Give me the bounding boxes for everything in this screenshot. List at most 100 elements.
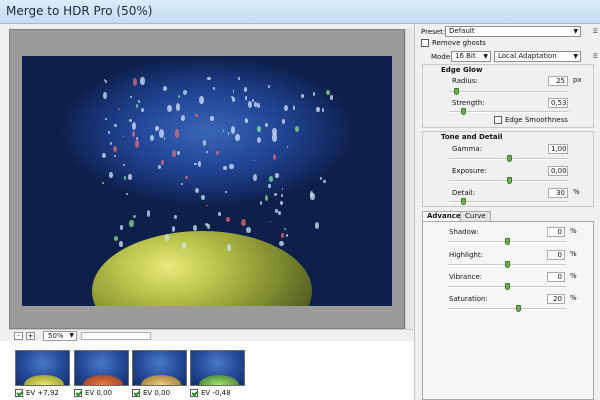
edge-smoothness-option[interactable]: Edge Smoothness xyxy=(494,116,568,124)
water-droplet xyxy=(203,140,207,147)
remove-ghosts-checkbox[interactable] xyxy=(421,39,429,47)
detail-unit: % xyxy=(573,188,580,196)
preset-select[interactable]: Default ▼ xyxy=(445,26,581,37)
exposure-input[interactable]: 0,00 xyxy=(548,166,568,176)
mode-menu-icon[interactable]: ☰ xyxy=(593,53,598,60)
thumbnail-3[interactable] xyxy=(132,350,187,386)
strength-input[interactable]: 0,53 xyxy=(548,98,568,108)
water-droplet xyxy=(206,204,208,207)
advanced-tab-body: Shadow: 0 % Highlight: 0 % Vibrance: 0 %… xyxy=(422,221,594,400)
water-droplet xyxy=(132,78,137,86)
gamma-slider-thumb[interactable] xyxy=(507,155,512,162)
shadow-slider[interactable] xyxy=(448,238,566,246)
water-droplet xyxy=(279,201,284,206)
water-droplet xyxy=(281,119,286,125)
water-droplet xyxy=(259,201,262,206)
exposure-slider[interactable] xyxy=(449,177,569,185)
water-droplet xyxy=(237,76,240,81)
radius-unit: px xyxy=(573,76,582,84)
water-droplet xyxy=(210,116,214,121)
water-droplet xyxy=(274,172,280,178)
water-droplet xyxy=(264,122,269,127)
water-droplet xyxy=(240,218,246,226)
water-droplet xyxy=(245,119,248,123)
thumbnail-4[interactable] xyxy=(190,350,245,386)
water-droplet xyxy=(256,102,260,108)
saturation-slider-thumb[interactable] xyxy=(516,305,521,312)
thumbnail-1-checkbox[interactable] xyxy=(15,389,23,397)
shadow-slider-thumb[interactable] xyxy=(505,238,510,245)
water-droplet xyxy=(281,193,284,197)
water-droplet xyxy=(161,160,165,166)
water-droplet xyxy=(286,146,288,148)
water-droplet xyxy=(257,126,262,132)
remove-ghosts-option[interactable]: Remove ghosts xyxy=(421,39,486,47)
water-droplet xyxy=(134,140,140,149)
radius-input[interactable]: 25 xyxy=(548,76,568,86)
water-droplet xyxy=(140,76,145,86)
shadow-input[interactable]: 0 xyxy=(547,227,565,237)
thumbnail-3-checkbox[interactable] xyxy=(132,389,140,397)
gamma-slider[interactable] xyxy=(449,155,569,163)
thumbnail-2-label[interactable]: EV 0,00 xyxy=(74,389,112,397)
zoom-out-button[interactable]: - xyxy=(14,332,23,340)
saturation-input[interactable]: 20 xyxy=(547,294,565,304)
preset-menu-icon[interactable]: ☰ xyxy=(593,28,598,35)
vibrance-slider[interactable] xyxy=(448,283,566,291)
highlight-slider-thumb[interactable] xyxy=(505,261,510,268)
water-droplet xyxy=(136,137,139,140)
chevron-down-icon: ▼ xyxy=(483,53,488,60)
thumbnail-3-label[interactable]: EV 0,00 xyxy=(132,389,170,397)
horizontal-scrollbar[interactable] xyxy=(81,332,151,340)
preset-value: Default xyxy=(449,27,475,35)
exposure-slider-thumb[interactable] xyxy=(507,177,512,184)
highlight-input[interactable]: 0 xyxy=(547,250,565,260)
water-droplet xyxy=(283,104,289,112)
thumbnail-1-label[interactable]: EV +7,92 xyxy=(15,389,59,397)
vibrance-input[interactable]: 0 xyxy=(547,272,565,282)
radius-slider[interactable] xyxy=(449,88,569,96)
water-droplet xyxy=(176,150,180,155)
water-droplet xyxy=(166,104,172,113)
water-droplet xyxy=(163,137,165,140)
water-droplet xyxy=(165,234,169,242)
water-droplet xyxy=(285,234,288,237)
preview-canvas[interactable] xyxy=(9,29,405,329)
water-droplet xyxy=(113,235,119,242)
thumbnail-4-ev: EV -0,48 xyxy=(201,389,231,397)
zoom-select[interactable]: 50% ▼ xyxy=(43,331,77,341)
tab-curve[interactable]: Curve xyxy=(460,211,491,221)
water-droplet xyxy=(225,217,230,223)
vibrance-unit: % xyxy=(570,272,577,280)
water-droplet xyxy=(110,142,112,145)
thumbnail-2-checkbox[interactable] xyxy=(74,389,82,397)
method-select[interactable]: Local Adaptation ▼ xyxy=(494,51,581,62)
vertical-scrollbar[interactable] xyxy=(405,29,414,329)
water-droplet xyxy=(137,99,141,104)
saturation-unit: % xyxy=(570,294,577,302)
bit-depth-select[interactable]: 16 Bit ▼ xyxy=(451,51,491,62)
zoom-in-button[interactable]: + xyxy=(26,332,35,340)
saturation-slider[interactable] xyxy=(448,305,566,313)
gamma-input[interactable]: 1,00 xyxy=(548,144,568,154)
water-droplet xyxy=(132,214,137,219)
water-droplet xyxy=(272,153,276,160)
thumbnail-4-label[interactable]: EV -0,48 xyxy=(190,389,231,397)
water-droplet xyxy=(122,164,125,167)
detail-slider-thumb[interactable] xyxy=(461,198,466,205)
thumbnail-2[interactable] xyxy=(74,350,129,386)
thumbnail-1[interactable] xyxy=(15,350,70,386)
strength-slider[interactable] xyxy=(449,108,569,116)
strength-slider-thumb[interactable] xyxy=(461,108,466,115)
detail-slider[interactable] xyxy=(449,198,569,206)
highlight-slider[interactable] xyxy=(448,261,566,269)
water-droplet xyxy=(325,90,330,95)
water-droplet xyxy=(269,220,271,223)
thumbnail-4-checkbox[interactable] xyxy=(190,389,198,397)
edge-smoothness-checkbox[interactable] xyxy=(494,116,502,124)
water-droplet xyxy=(295,125,299,132)
vibrance-slider-thumb[interactable] xyxy=(505,283,510,290)
water-droplet xyxy=(268,84,271,89)
radius-slider-thumb[interactable] xyxy=(454,88,459,95)
detail-input[interactable]: 30 xyxy=(548,188,568,198)
